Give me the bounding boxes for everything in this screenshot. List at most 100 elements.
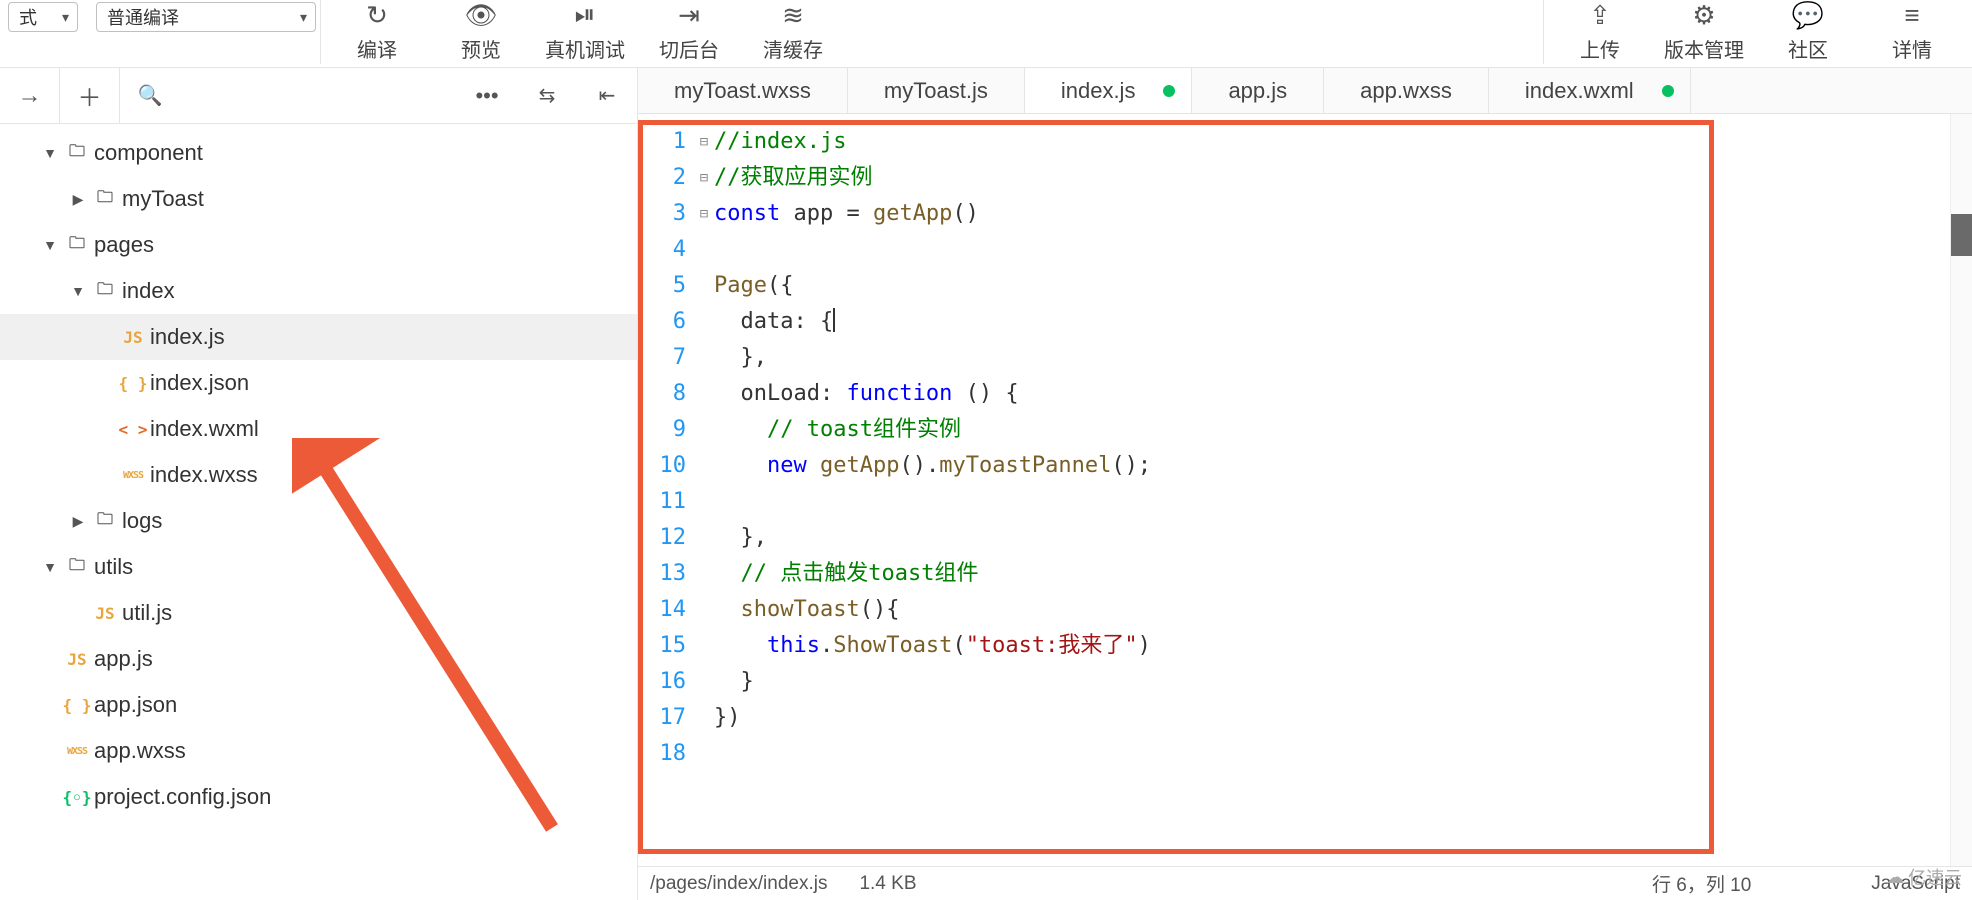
code-line[interactable]: //index.js (714, 124, 1950, 160)
new-file-button[interactable]: ＋ (60, 68, 120, 123)
file-util.js[interactable]: JSutil.js (0, 590, 637, 636)
wxss-icon: WXSS (60, 746, 94, 757)
file-tree: ▼🗀component▶🗀myToast▼🗀pages▼🗀indexJSinde… (0, 124, 637, 900)
file-app.wxss[interactable]: WXSSapp.wxss (0, 728, 637, 774)
toolbar-label: 清缓存 (763, 34, 823, 63)
line-number: 4 (638, 232, 694, 268)
file-app.json[interactable]: { }app.json (0, 682, 637, 728)
file-label: index.json (150, 370, 249, 396)
folder-component[interactable]: ▼🗀component (0, 130, 637, 176)
code-line[interactable]: const app = getApp() (714, 196, 1950, 232)
fold-indicator[interactable]: ⊟ (694, 124, 714, 160)
compile-mode-label: 普通编译 (107, 4, 179, 30)
toolbar-label: 编译 (357, 34, 397, 63)
tab-index.js[interactable]: index.js (1025, 68, 1193, 113)
code-line[interactable]: new getApp().myToastPannel(); (714, 448, 1950, 484)
code-line[interactable]: onLoad: function () { (714, 376, 1950, 412)
code-line[interactable]: showToast(){ (714, 592, 1950, 628)
code-line[interactable]: }, (714, 520, 1950, 556)
action-预览[interactable]: 👁预览 (433, 0, 529, 63)
folder-pages[interactable]: ▼🗀pages (0, 222, 637, 268)
chevron-down-icon: ▼ (40, 559, 60, 575)
wxml-icon: < > (116, 420, 150, 439)
line-number: 7 (638, 340, 694, 376)
code-line[interactable]: }) (714, 700, 1950, 736)
line-number: 1 (638, 124, 694, 160)
folder-myToast[interactable]: ▶🗀myToast (0, 176, 637, 222)
minimap[interactable] (1950, 114, 1972, 866)
chevron-down-icon: ▼ (40, 145, 60, 161)
tab-app.wxss[interactable]: app.wxss (1324, 68, 1489, 113)
line-number: 2 (638, 160, 694, 196)
action-社区[interactable]: 💬社区 (1760, 0, 1856, 63)
mode-dropdown[interactable]: 式 ▾ (8, 2, 78, 32)
expand-right-icon[interactable]: → (0, 68, 60, 123)
more-icon[interactable]: ••• (457, 68, 517, 123)
tab-label: myToast.wxss (674, 78, 811, 104)
folder-logs[interactable]: ▶🗀logs (0, 498, 637, 544)
minimap-thumb[interactable] (1951, 214, 1972, 256)
json-icon: { } (60, 696, 94, 715)
action-版本管理[interactable]: ⚙版本管理 (1656, 0, 1752, 63)
search-button[interactable]: 🔍 (120, 68, 180, 123)
toolbar: 式 ▾ 普通编译 ▾ ↻编译👁预览⏯真机调试⇥切后台 ≋ 清缓存 ⇪ 上传 ⚙版本管理💬… (0, 0, 1972, 68)
file-index.json[interactable]: { }index.json (0, 360, 637, 406)
code-line[interactable] (714, 736, 1950, 772)
file-app.js[interactable]: JSapp.js (0, 636, 637, 682)
chevron-right-icon: ▶ (68, 191, 88, 208)
action-清缓存[interactable]: ≋ 清缓存 (745, 0, 841, 63)
toolbar-label: 切后台 (659, 34, 719, 63)
folder-icon: 🗀 (88, 186, 122, 213)
folder-index[interactable]: ▼🗀index (0, 268, 637, 314)
folder-utils[interactable]: ▼🗀utils (0, 544, 637, 590)
file-index.js[interactable]: JSindex.js (0, 314, 637, 360)
file-label: app.js (94, 646, 153, 672)
fold-indicator[interactable]: ⊟ (694, 196, 714, 232)
code-line[interactable]: // toast组件实例 (714, 412, 1950, 448)
code-line[interactable]: } (714, 664, 1950, 700)
mode-label: 式 (19, 4, 37, 30)
toolbar-icon: ⇪ (1589, 0, 1611, 30)
toolbar-label: 上传 (1580, 34, 1620, 63)
json-icon: { } (116, 374, 150, 393)
code-line[interactable] (714, 232, 1950, 268)
file-project.config.json[interactable]: {◦}project.config.json (0, 774, 637, 820)
tab-myToast.wxss[interactable]: myToast.wxss (638, 68, 848, 113)
line-number: 17 (638, 700, 694, 736)
cloud-icon: ☁ (1886, 867, 1904, 888)
action-切后台[interactable]: ⇥切后台 (641, 0, 737, 63)
toolbar-icon: ≋ (782, 0, 804, 30)
action-详情[interactable]: ≡详情 (1864, 0, 1960, 63)
tab-label: app.js (1228, 78, 1287, 104)
compile-mode-dropdown[interactable]: 普通编译 ▾ (96, 2, 316, 32)
file-size: 1.4 KB (859, 873, 916, 895)
chevron-down-icon: ▾ (300, 9, 307, 26)
code-line[interactable]: // 点击触发toast组件 (714, 556, 1950, 592)
code-editor[interactable]: 123456789101112131415161718 ⊟⊟⊟ //index.… (638, 114, 1972, 866)
dirty-dot-icon (1662, 85, 1674, 97)
fold-indicator[interactable]: ⊟ (694, 160, 714, 196)
line-number: 10 (638, 448, 694, 484)
file-index.wxml[interactable]: < >index.wxml (0, 406, 637, 452)
action-真机调试[interactable]: ⏯真机调试 (537, 0, 633, 63)
tab-app.js[interactable]: app.js (1192, 68, 1324, 113)
outdent-icon[interactable]: ⇤ (577, 68, 637, 123)
chevron-down-icon: ▼ (68, 283, 88, 299)
code-content[interactable]: //index.js//获取应用实例const app = getApp() P… (714, 114, 1950, 866)
code-line[interactable]: Page({ (714, 268, 1950, 304)
tab-myToast.js[interactable]: myToast.js (848, 68, 1025, 113)
code-line[interactable]: //获取应用实例 (714, 160, 1950, 196)
toolbar-label: 版本管理 (1664, 34, 1744, 63)
action-编译[interactable]: ↻编译 (329, 0, 425, 63)
collapse-icon[interactable]: ⇆ (517, 68, 577, 123)
tab-index.wxml[interactable]: index.wxml (1489, 68, 1691, 113)
file-label: index (122, 278, 175, 304)
file-index.wxss[interactable]: WXSSindex.wxss (0, 452, 637, 498)
folder-icon: 🗀 (60, 554, 94, 581)
action-上传[interactable]: ⇪ 上传 (1552, 0, 1648, 63)
code-line[interactable]: }, (714, 340, 1950, 376)
code-line[interactable]: this.ShowToast("toast:我来了") (714, 628, 1950, 664)
code-line[interactable]: data: { (714, 304, 1950, 340)
code-line[interactable] (714, 484, 1950, 520)
folder-icon: 🗀 (88, 278, 122, 305)
